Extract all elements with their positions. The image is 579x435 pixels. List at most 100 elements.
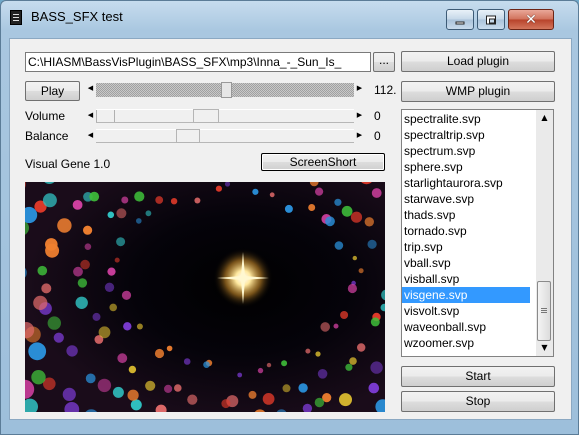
start-button[interactable]: Start: [401, 366, 555, 387]
visual-ball: [77, 278, 88, 288]
minimize-button[interactable]: [446, 9, 474, 30]
play-button[interactable]: Play: [25, 81, 80, 101]
plugin-name-label: Visual Gene 1.0: [25, 157, 111, 171]
visual-ball: [333, 323, 339, 329]
minimize-icon: [455, 21, 465, 24]
screenshot-button[interactable]: ScreenShort: [261, 153, 385, 171]
plugin-list-item[interactable]: waveonball.svp: [402, 319, 530, 335]
balance-knob[interactable]: [176, 129, 200, 143]
volume-track[interactable]: [96, 109, 354, 123]
position-value: 112.: [374, 83, 397, 97]
visual-ball: [248, 390, 257, 399]
visual-ball: [370, 317, 380, 327]
visual-ball: [121, 196, 129, 204]
balance-value: 0: [374, 129, 381, 143]
visual-ball: [57, 218, 72, 233]
right-arrow-icon[interactable]: ▶: [354, 129, 365, 143]
visual-ball: [308, 204, 316, 211]
position-thumb[interactable]: [221, 82, 232, 98]
plugin-list-item[interactable]: sphere.svp: [402, 159, 530, 175]
left-arrow-icon[interactable]: ◀: [85, 129, 96, 143]
visual-ball: [127, 389, 139, 401]
scroll-down-icon[interactable]: ▼: [536, 340, 553, 356]
visual-ball: [298, 383, 308, 393]
plugin-list-item[interactable]: spectraltrip.svp: [402, 127, 530, 143]
plugin-list-item[interactable]: starwave.svp: [402, 191, 530, 207]
visual-ball: [347, 283, 357, 294]
visual-ball: [339, 393, 352, 407]
visual-ball: [352, 255, 357, 261]
visual-ball: [237, 372, 243, 378]
visual-ball: [334, 241, 344, 250]
volume-label: Volume: [25, 109, 66, 123]
plugin-list[interactable]: spectralite.svp spectraltrip.svp spectrum.…: [401, 109, 554, 357]
film-icon: [10, 10, 22, 25]
visual-ball: [183, 358, 191, 365]
visual-ball: [345, 363, 353, 371]
visual-ball: [371, 188, 382, 198]
plugin-list-item[interactable]: trip.svp: [402, 239, 530, 255]
visual-ball: [28, 342, 47, 361]
volume-knob[interactable]: [193, 109, 219, 123]
visual-ball: [72, 200, 83, 210]
visual-ball: [315, 187, 324, 196]
visualization-graphic: [25, 182, 385, 412]
visual-ball: [257, 367, 264, 374]
plugin-list-item[interactable]: spectrum.svp: [402, 143, 530, 159]
visual-ball: [221, 399, 231, 409]
close-button[interactable]: ✕: [508, 9, 554, 30]
visual-ball: [123, 322, 132, 331]
left-arrow-icon[interactable]: ◀: [85, 109, 96, 123]
visualization-canvas[interactable]: [25, 182, 385, 412]
position-slider[interactable]: ◀ ▶: [85, 82, 365, 98]
visual-ball: [314, 397, 325, 408]
visual-ball: [136, 218, 142, 224]
right-arrow-icon[interactable]: ▶: [354, 82, 365, 98]
visual-ball: [187, 394, 198, 405]
visual-ball: [340, 311, 349, 319]
plugin-list-item[interactable]: wzoomer.svp: [402, 335, 530, 351]
visual-ball: [62, 387, 76, 401]
visual-ball: [84, 243, 92, 250]
visual-ball: [31, 370, 46, 385]
visual-ball: [97, 378, 112, 393]
plugin-list-item[interactable]: xoo.svp: [402, 351, 530, 356]
plugin-list-item[interactable]: visvolt.svp: [402, 303, 530, 319]
load-plugin-button[interactable]: Load plugin: [401, 51, 555, 72]
plugin-list-item[interactable]: thads.svp: [402, 207, 530, 223]
visual-ball: [37, 265, 48, 276]
title-bar[interactable]: BASS_SFX test ✕: [1, 1, 578, 31]
right-arrow-icon[interactable]: ▶: [354, 109, 365, 123]
visual-ball: [83, 225, 93, 235]
visual-ball: [134, 191, 145, 202]
plugin-list-item[interactable]: spectralite.svp: [402, 111, 530, 127]
visual-ball: [112, 386, 124, 398]
visual-ball: [170, 198, 178, 205]
file-path-input[interactable]: C:\HIASM\BassVisPlugin\BASS_SFX\mp3\Inna…: [25, 52, 371, 72]
plugin-list-item[interactable]: tornado.svp: [402, 223, 530, 239]
plugin-list-item[interactable]: visball.svp: [402, 271, 530, 287]
browse-button[interactable]: ...: [373, 52, 395, 72]
scroll-thumb[interactable]: [537, 281, 551, 341]
plugin-list-scrollbar[interactable]: ▲ ▼: [536, 110, 553, 356]
stop-button[interactable]: Stop: [401, 391, 555, 412]
visual-ball: [203, 361, 210, 368]
maximize-icon: [486, 15, 496, 24]
balance-slider[interactable]: ◀ ▶: [85, 129, 365, 143]
visual-ball: [128, 365, 137, 374]
balance-track[interactable]: [96, 129, 354, 143]
plugin-list-item[interactable]: vball.svp: [402, 255, 530, 271]
plugin-list-item[interactable]: visgene.svp: [402, 287, 530, 303]
maximize-button[interactable]: [477, 9, 505, 30]
visual-ball: [166, 345, 173, 352]
visual-ball: [350, 211, 363, 223]
visual-ball: [45, 238, 58, 251]
left-arrow-icon[interactable]: ◀: [85, 82, 96, 98]
volume-slider[interactable]: ◀ ▶: [85, 109, 365, 123]
visual-ball: [75, 296, 88, 309]
wmp-plugin-button[interactable]: WMP plugin: [401, 81, 555, 102]
window-title: BASS_SFX test: [31, 9, 123, 24]
scroll-up-icon[interactable]: ▲: [536, 110, 553, 126]
plugin-list-item[interactable]: starlightaurora.svp: [402, 175, 530, 191]
visual-ball: [282, 384, 291, 393]
